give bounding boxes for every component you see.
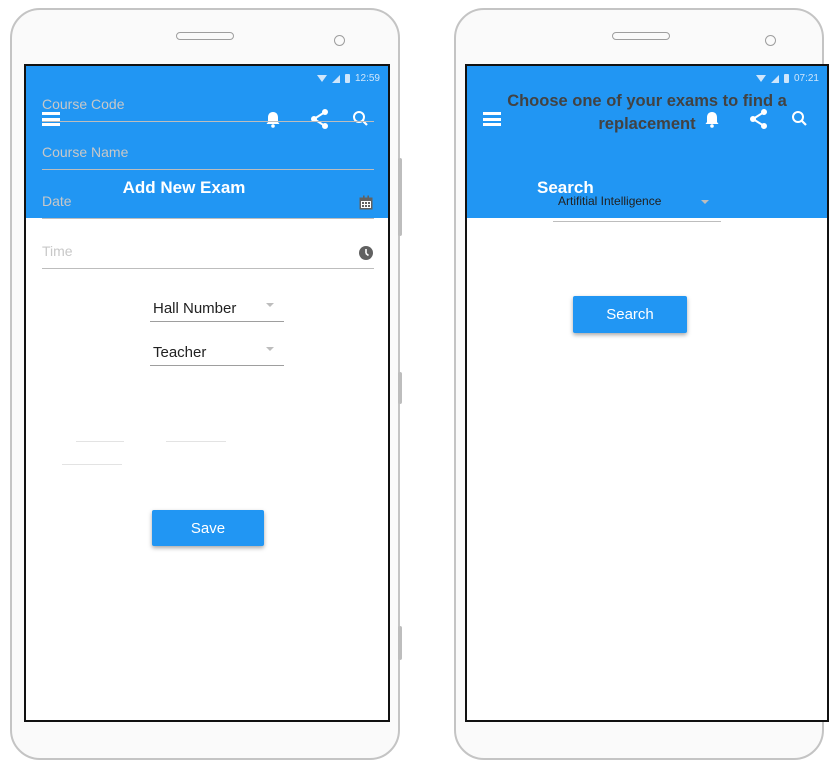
phone-side-button	[398, 372, 402, 404]
mockup-stage: 12:59 Add New Exam Course Code Course Na…	[0, 0, 830, 765]
phone-search: 07:21 Search Choose one of your exams to…	[454, 8, 829, 760]
date-input[interactable]	[42, 193, 342, 209]
exam-select-value: Artifitial Intelligence	[558, 194, 662, 208]
hall-number-dropdown[interactable]: Hall Number	[150, 292, 284, 322]
status-bar: 07:21	[755, 73, 819, 84]
add-exam-screen: 12:59 Add New Exam Course Code Course Na…	[24, 64, 390, 722]
phone-side-button	[398, 158, 402, 236]
phone-side-button	[398, 626, 402, 660]
battery-icon	[344, 74, 350, 83]
search-screen: 07:21 Search Choose one of your exams to…	[465, 64, 829, 722]
phone-add-exam: 12:59 Add New Exam Course Code Course Na…	[10, 8, 400, 760]
signal-icon	[331, 74, 340, 83]
course-code-field	[42, 86, 374, 122]
course-name-input[interactable]	[42, 144, 342, 160]
chevron-down-icon	[701, 200, 709, 204]
time-field	[42, 233, 374, 269]
chevron-down-icon	[266, 303, 274, 307]
battery-icon	[783, 74, 789, 83]
teacher-value: Teacher	[153, 344, 207, 361]
teacher-dropdown[interactable]: Teacher	[150, 336, 284, 366]
status-bar: 12:59	[316, 73, 380, 84]
course-code-input[interactable]	[42, 96, 342, 112]
faint-divider	[166, 441, 226, 442]
status-time: 07:21	[793, 73, 819, 84]
faint-divider	[76, 441, 124, 442]
phone-speaker	[612, 32, 670, 40]
save-button[interactable]: Save	[152, 510, 264, 546]
date-field	[42, 183, 374, 219]
phone-speaker	[176, 32, 234, 40]
wifi-icon	[755, 75, 766, 82]
course-name-field	[42, 134, 374, 170]
clock-icon[interactable]	[358, 245, 374, 261]
wifi-icon	[316, 75, 327, 82]
search-prompt: Choose one of your exams to find a repla…	[507, 92, 787, 133]
faint-divider	[62, 464, 122, 465]
time-input[interactable]	[42, 243, 342, 259]
calendar-icon[interactable]	[358, 195, 374, 211]
phone-camera	[765, 35, 776, 46]
exam-select-dropdown[interactable]: Artifitial Intelligence	[553, 180, 721, 222]
chevron-down-icon	[266, 347, 274, 351]
phone-camera	[334, 35, 345, 46]
status-time: 12:59	[354, 73, 380, 84]
signal-icon	[770, 74, 779, 83]
hall-number-value: Hall Number	[153, 300, 237, 317]
search-button[interactable]: Search	[573, 296, 687, 333]
